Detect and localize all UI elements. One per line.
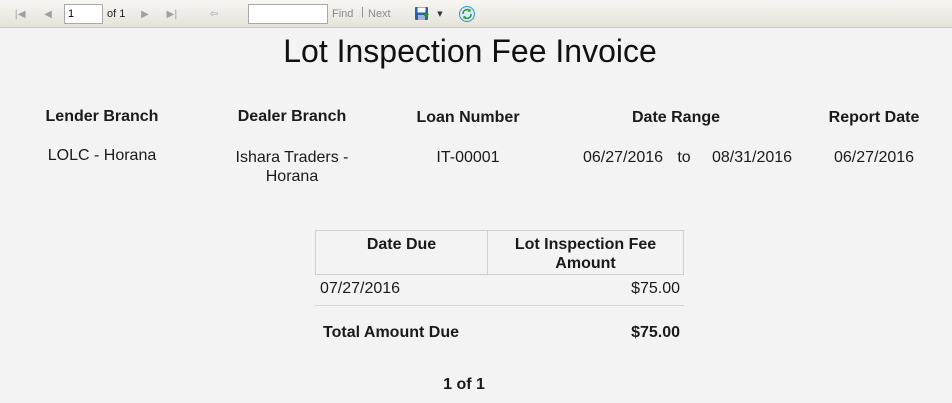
next-page-icon[interactable]: ▶ xyxy=(137,5,153,23)
report-date-header: Report Date xyxy=(828,109,920,126)
date-due-header-text: Date Due xyxy=(366,236,437,253)
total-amount-value: $75.00 xyxy=(631,324,680,341)
date-range-to-label: to xyxy=(677,149,691,166)
date-range-header: Date Range xyxy=(631,109,721,126)
export-save-icon[interactable] xyxy=(414,5,430,23)
amount-header-line2: Amount xyxy=(555,255,616,272)
dealer-branch-value-line2: Horana xyxy=(265,168,319,185)
loan-number-value: IT-00001 xyxy=(436,149,500,166)
date-range-from: 06/27/2016 xyxy=(582,149,664,166)
toolbar-separator: | xyxy=(361,6,364,18)
table-row-divider xyxy=(315,305,684,306)
find-text-input[interactable] xyxy=(248,4,328,24)
total-amount-label: Total Amount Due xyxy=(323,324,459,341)
lender-branch-header: Lender Branch xyxy=(45,108,159,125)
report-toolbar: |◀ ◀ of 1 ▶ ▶| ⇦ Find | Next ▼ xyxy=(0,0,952,28)
previous-page-icon[interactable]: ◀ xyxy=(40,5,56,23)
dealer-branch-header: Dealer Branch xyxy=(237,108,347,125)
back-to-parent-icon[interactable]: ⇦ xyxy=(206,5,222,23)
find-link[interactable]: Find xyxy=(332,5,353,23)
amount-header-line1: Lot Inspection Fee xyxy=(514,236,657,253)
refresh-icon[interactable] xyxy=(458,5,476,23)
date-range-to: 08/31/2016 xyxy=(711,149,793,166)
export-dropdown-icon[interactable]: ▼ xyxy=(436,5,444,23)
amount-column-header: Lot Inspection Fee Amount xyxy=(487,230,684,275)
date-due-column-header: Date Due xyxy=(315,230,488,275)
table-row-amount: $75.00 xyxy=(631,280,680,297)
report-title: Lot Inspection Fee Invoice xyxy=(283,33,657,69)
first-page-icon[interactable]: |◀ xyxy=(12,5,28,23)
lender-branch-value: LOLC - Horana xyxy=(47,147,157,164)
dealer-branch-value-line1: Ishara Traders - xyxy=(235,149,349,166)
report-date-value: 06/27/2016 xyxy=(833,149,915,166)
table-row-date-due: 07/27/2016 xyxy=(320,280,401,297)
page-number-input[interactable] xyxy=(64,4,103,24)
page-count-label: of 1 xyxy=(107,8,126,20)
last-page-icon[interactable]: ▶| xyxy=(164,5,180,23)
next-link[interactable]: Next xyxy=(368,5,391,23)
loan-number-header: Loan Number xyxy=(416,109,520,126)
page-footer: 1 of 1 xyxy=(443,376,485,393)
